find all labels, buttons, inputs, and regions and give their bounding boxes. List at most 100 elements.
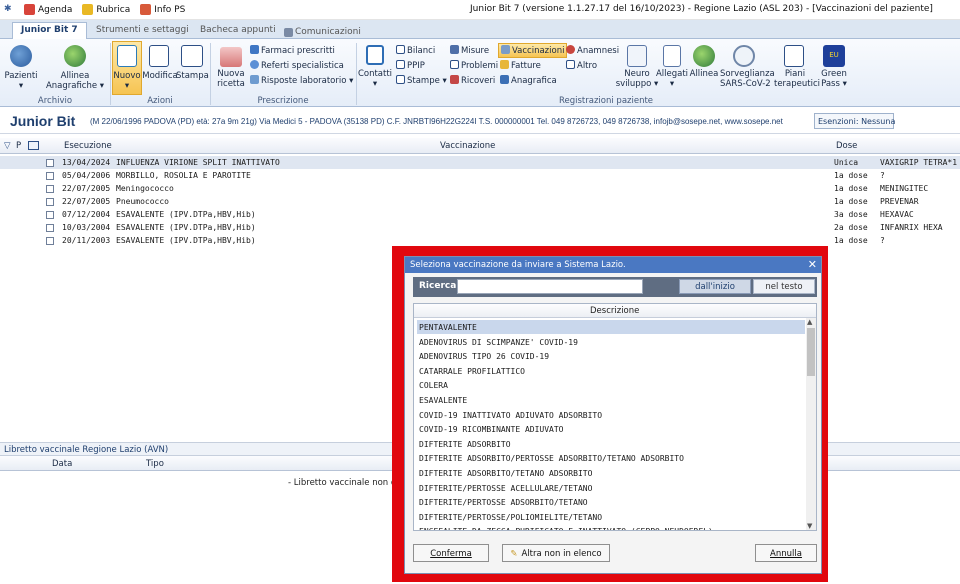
list-item[interactable]: DIFTERITE ADSORBITO/TETANO ADSORBITO: [417, 466, 805, 480]
confirm-button[interactable]: Conferma: [413, 544, 489, 562]
table-row[interactable]: 22/07/2005 Meningococco 1a dose MENINGITEC: [0, 182, 960, 195]
misure-button[interactable]: Misure: [450, 45, 489, 56]
allegati-button[interactable]: Allegati ▾: [654, 69, 690, 89]
search-from-start-button[interactable]: dall'inizio: [679, 279, 751, 294]
row-checkbox[interactable]: [46, 237, 54, 245]
risposte-laboratorio-button[interactable]: Risposte laboratorio ▾: [250, 75, 353, 86]
esenzioni-badge[interactable]: Esenzioni: Nessuna: [814, 113, 895, 129]
table-row[interactable]: 22/07/2005 Pneumococco 1a dose PREVENAR: [0, 195, 960, 208]
header-dose[interactable]: Dose: [836, 141, 857, 151]
referti-specialistica-button[interactable]: Referti specialistica: [250, 60, 344, 71]
list-item[interactable]: DIFTERITE ADSORBITO: [417, 437, 805, 451]
problemi-button[interactable]: Problemi: [450, 60, 498, 71]
row-checkbox[interactable]: [46, 211, 54, 219]
cell-vaccine-name: HEXAVAC: [880, 210, 914, 219]
piani-terapeutici-button[interactable]: Piani terapeutici: [774, 69, 820, 89]
group-archivio: Archivio: [37, 96, 73, 106]
header-esecuzione[interactable]: Esecuzione: [64, 141, 112, 151]
allinea-anagrafiche-button[interactable]: Allinea Anagrafiche ▾: [44, 71, 106, 91]
modifica-icon[interactable]: [149, 45, 169, 67]
filter-icon[interactable]: ▽: [4, 141, 11, 151]
libretto-header-data[interactable]: Data: [52, 459, 72, 469]
green-pass-button[interactable]: Green Pass ▾: [816, 69, 852, 89]
list-item[interactable]: COLERA: [417, 378, 805, 392]
search-input[interactable]: [457, 279, 643, 294]
other-vaccine-button[interactable]: ✎ Altra non in elenco: [502, 544, 610, 562]
row-checkbox[interactable]: [46, 224, 54, 232]
row-checkbox[interactable]: [46, 185, 54, 193]
print-header-icon[interactable]: [28, 141, 39, 150]
printer-icon[interactable]: [181, 45, 203, 67]
nuovo-button[interactable]: Nuovo ▾: [112, 71, 142, 91]
vaccinazioni-button[interactable]: Vaccinazioni: [498, 43, 568, 58]
prescription-icon[interactable]: [220, 47, 242, 67]
row-checkbox[interactable]: [46, 198, 54, 206]
table-row[interactable]: 10/03/2004 ESAVALENTE (IPV.DTPa,HBV,Hib) 2…: [0, 221, 960, 234]
list-item[interactable]: ADENOVIRUS TIPO 26 COVID-19: [417, 349, 805, 363]
treatment-plan-icon[interactable]: [784, 45, 804, 67]
tab-comunicazioni[interactable]: Comunicazioni: [276, 23, 369, 39]
list-item[interactable]: ENCEFALITE DA ZECCA PURIFICATO E INATTIV…: [417, 524, 805, 530]
scroll-thumb[interactable]: [807, 328, 815, 376]
stampa-button[interactable]: Stampa: [176, 71, 209, 81]
tab-bacheca[interactable]: Bacheca appunti: [192, 23, 284, 39]
scroll-down-icon[interactable]: ▼: [807, 522, 812, 530]
close-icon[interactable]: ✕: [808, 258, 817, 272]
pill-icon: [250, 45, 259, 54]
cancel-button[interactable]: Annulla: [755, 544, 817, 562]
farmaci-prescritti-button[interactable]: Farmaci prescritti: [250, 45, 335, 56]
list-item[interactable]: DIFTERITE/PERTOSSE ADSORBITO/TETANO: [417, 495, 805, 509]
neuro-sviluppo-icon[interactable]: [627, 45, 647, 67]
header-vaccinazione[interactable]: Vaccinazione: [440, 141, 495, 151]
pazienti-button[interactable]: Pazienti ▾: [3, 71, 39, 91]
scroll-up-icon[interactable]: ▲: [807, 318, 812, 326]
list-item[interactable]: DIFTERITE/PERTOSSE ACELLULARE/TETANO: [417, 481, 805, 495]
list-item[interactable]: COVID-19 RICOMBINANTE ADIUVATO: [417, 422, 805, 436]
rubrica-button[interactable]: Rubrica: [82, 4, 130, 15]
allinea-button[interactable]: Allinea: [686, 69, 722, 79]
search-in-text-button[interactable]: nel testo: [753, 279, 815, 294]
eu-flag-icon[interactable]: EU: [823, 45, 845, 67]
allinea-icon[interactable]: [693, 45, 715, 67]
list-scrollbar[interactable]: ▲ ▼: [806, 318, 816, 530]
contacts-icon[interactable]: [366, 45, 384, 65]
app-menu-icon[interactable]: ✱: [4, 4, 16, 16]
list-item[interactable]: ESAVALENTE: [417, 393, 805, 407]
pazienti-icon[interactable]: [10, 45, 32, 67]
list-item[interactable]: PENTAVALENTE: [417, 320, 805, 334]
contatti-button[interactable]: Contatti ▾: [356, 69, 394, 89]
neuro-sviluppo-button[interactable]: Neuro sviluppo ▾: [615, 69, 659, 89]
paperclip-icon[interactable]: [663, 45, 681, 67]
table-row[interactable]: 07/12/2004 ESAVALENTE (IPV.DTPa,HBV,Hib) 3…: [0, 208, 960, 221]
ricoveri-button[interactable]: Ricoveri: [450, 75, 495, 86]
list-header-descrizione[interactable]: Descrizione: [590, 306, 639, 316]
modifica-button[interactable]: Modifica: [142, 71, 178, 81]
ppip-button[interactable]: PPIP: [396, 60, 425, 71]
list-item[interactable]: DIFTERITE ADSORBITO/PERTOSSE ADSORBITO/T…: [417, 451, 805, 465]
virus-search-icon[interactable]: [733, 45, 755, 67]
list-item[interactable]: CATARRALE PROFILATTICO: [417, 364, 805, 378]
header-p[interactable]: P: [16, 141, 21, 151]
list-item[interactable]: DIFTERITE/PERTOSSE/POLIOMIELITE/TETANO: [417, 510, 805, 524]
row-checkbox[interactable]: [46, 159, 54, 167]
libretto-header-tipo[interactable]: Tipo: [146, 459, 164, 469]
list-item[interactable]: COVID-19 INATTIVATO ADIUVATO ADSORBITO: [417, 408, 805, 422]
table-row[interactable]: 05/04/2006 MORBILLO, ROSOLIA E PAROTITE 1a…: [0, 169, 960, 182]
table-row[interactable]: 13/04/2024 INFLUENZA VIRIONE SPLIT INATTI…: [0, 156, 960, 169]
anamnesi-button[interactable]: Anamnesi: [566, 45, 619, 56]
agenda-button[interactable]: Agenda: [24, 4, 72, 15]
allinea-anagrafiche-icon[interactable]: [64, 45, 86, 67]
anagrafica-button[interactable]: Anagrafica: [500, 75, 557, 86]
altro-button[interactable]: Altro: [566, 60, 597, 71]
nuova-ricetta-button[interactable]: Nuova ricetta: [213, 69, 249, 89]
tab-strumenti[interactable]: Strumenti e settaggi: [88, 23, 197, 39]
tab-junior-bit-7[interactable]: Junior Bit 7: [12, 22, 87, 40]
stampe-button[interactable]: Stampe ▾: [396, 75, 447, 86]
list-item[interactable]: ADENOVIRUS DI SCIMPANZE' COVID-19: [417, 335, 805, 349]
fatture-button[interactable]: Fatture: [500, 60, 541, 71]
sorveglianza-button[interactable]: Sorveglianza SARS-CoV-2: [720, 69, 775, 89]
bilanci-button[interactable]: Bilanci: [396, 45, 435, 56]
info-ps-button[interactable]: Info PS: [140, 4, 185, 15]
row-checkbox[interactable]: [46, 172, 54, 180]
cell-date: 07/12/2004: [62, 210, 111, 219]
